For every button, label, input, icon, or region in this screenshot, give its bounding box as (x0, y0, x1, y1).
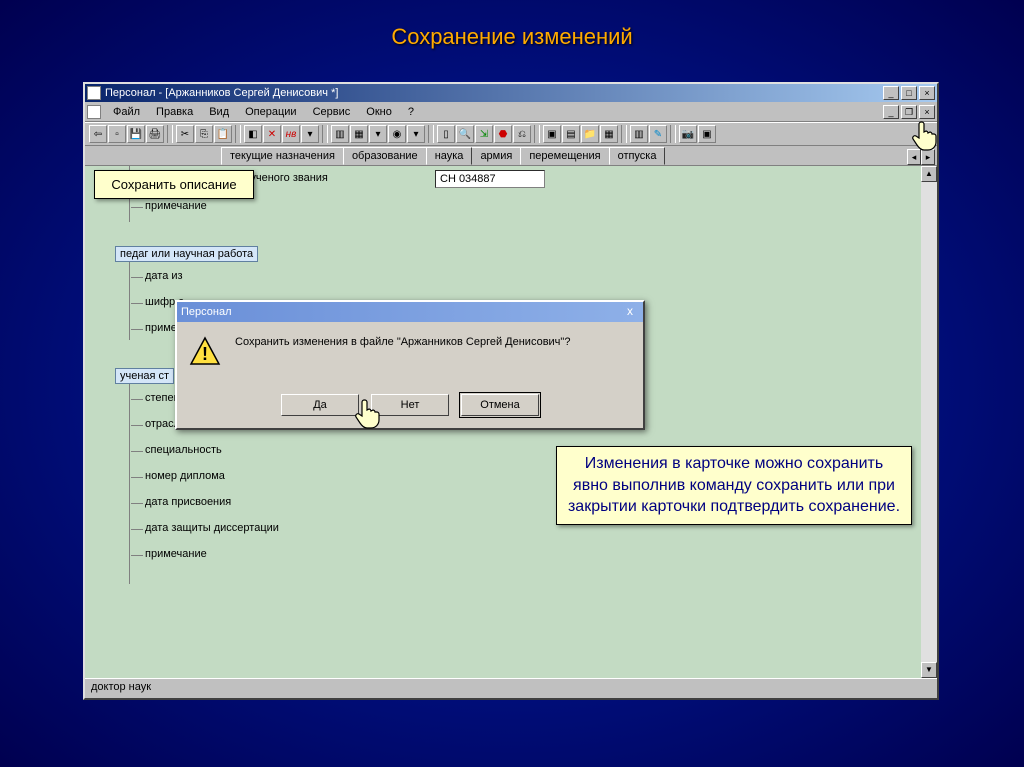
tree-label[interactable]: дата защиты диссертации (145, 522, 279, 534)
mdi-restore[interactable]: ❐ (901, 105, 917, 119)
tool-btn-e[interactable]: ▾ (369, 125, 387, 143)
mdi-close[interactable]: × (919, 105, 935, 119)
menu-operations[interactable]: Операции (237, 104, 304, 120)
statusbar: доктор наук (85, 678, 937, 698)
menu-view[interactable]: Вид (201, 104, 237, 120)
tab-vacations[interactable]: отпуска (609, 147, 666, 165)
scroll-down-button[interactable]: ▼ (921, 662, 937, 678)
menu-file[interactable]: Файл (105, 104, 148, 120)
tool-stop-icon[interactable]: ⬣ (494, 125, 512, 143)
sn-input[interactable] (435, 170, 545, 188)
dialog-titlebar: Персонал x (177, 302, 643, 322)
tabbar: текущие назначения образование наука арм… (85, 146, 937, 166)
dialog-title: Персонал (181, 306, 232, 318)
vertical-scrollbar[interactable]: ▲ ▼ (921, 166, 937, 678)
tool-btn-g[interactable]: ▾ (407, 125, 425, 143)
tool-btn-c[interactable]: ▥ (331, 125, 349, 143)
menu-window[interactable]: Окно (358, 104, 400, 120)
mdi-minimize[interactable]: _ (883, 105, 899, 119)
tab-scroll-right[interactable]: ▸ (921, 149, 935, 165)
tab-assignments[interactable]: текущие назначения (221, 147, 344, 165)
tab-education[interactable]: образование (343, 147, 427, 165)
callout-save: Сохранить описание (94, 170, 254, 199)
button-yes[interactable]: Да (281, 394, 359, 416)
menu-edit[interactable]: Правка (148, 104, 201, 120)
tree-line (129, 262, 130, 340)
dialog-close-button[interactable]: x (621, 304, 639, 320)
tree-label[interactable]: номер диплома (145, 470, 225, 482)
tool-btn-n[interactable]: ▣ (698, 125, 716, 143)
tool-cut-icon[interactable]: ✂ (176, 125, 194, 143)
button-no[interactable]: Нет (371, 394, 449, 416)
tool-paste-icon[interactable]: 📋 (214, 125, 232, 143)
tool-btn-b[interactable]: ▾ (301, 125, 319, 143)
tool-export-icon[interactable]: ⇲ (475, 125, 493, 143)
tool-camera-icon[interactable]: 📷 (679, 125, 697, 143)
window-title: Персонал - [Аржанников Сергей Денисович … (105, 87, 881, 99)
tab-moves[interactable]: перемещения (520, 147, 609, 165)
save-confirm-dialog: Персонал x ! Сохранить изменения в файле… (175, 300, 645, 430)
tab-science[interactable]: наука (426, 147, 473, 165)
tool-no-icon[interactable]: нв (282, 125, 300, 143)
tool-delete-icon[interactable]: ✕ (263, 125, 281, 143)
tool-btn-j[interactable]: ▤ (562, 125, 580, 143)
app-icon (87, 86, 101, 100)
tool-back-icon[interactable]: ⇦ (89, 125, 107, 143)
toolbar: ⇦ ▫ 💾 🖨 ✂ ⎘ 📋 ◧ ✕ нв ▾ ▥ ▦ ▾ ◉ ▾ ▯ 🔍 ⇲ ⬣… (85, 122, 937, 146)
tool-btn-d[interactable]: ▦ (350, 125, 368, 143)
menubar: Файл Правка Вид Операции Сервис Окно ? _… (85, 102, 937, 122)
dialog-message: Сохранить изменения в файле "Аржанников … (235, 336, 570, 348)
tool-new-icon[interactable]: ▫ (108, 125, 126, 143)
slide-title: Сохранение изменений (0, 0, 1024, 50)
menu-help[interactable]: ? (400, 104, 422, 120)
tool-print-icon[interactable]: 🖨 (146, 125, 164, 143)
tree-line (129, 384, 130, 584)
tool-btn-l[interactable]: ▥ (630, 125, 648, 143)
scroll-up-button[interactable]: ▲ (921, 166, 937, 182)
group-scientific-work[interactable]: педаг или научная работа (115, 246, 258, 262)
tool-btn-a[interactable]: ◧ (244, 125, 262, 143)
callout-explanation: Изменения в карточке можно сохранить явн… (556, 446, 912, 525)
tab-scroll-left[interactable]: ◂ (907, 149, 921, 165)
titlebar: Персонал - [Аржанников Сергей Денисович … (85, 84, 937, 102)
tool-save-icon[interactable]: 💾 (127, 125, 145, 143)
tree-label[interactable]: специальность (145, 444, 222, 456)
tree-label-note[interactable]: примечание (145, 200, 207, 212)
button-cancel[interactable]: Отмена (461, 394, 539, 416)
tool-btn-h[interactable]: ⎌ (513, 125, 531, 143)
tool-btn-f[interactable]: ◉ (388, 125, 406, 143)
maximize-button[interactable]: □ (901, 86, 917, 100)
tool-btn-k[interactable]: ▦ (600, 125, 618, 143)
tool-copy-icon[interactable]: ⎘ (195, 125, 213, 143)
menu-service[interactable]: Сервис (305, 104, 359, 120)
tool-doc-icon[interactable]: ▯ (437, 125, 455, 143)
tree-label[interactable]: дата присвоения (145, 496, 231, 508)
close-button[interactable]: × (919, 86, 935, 100)
tool-folder-icon[interactable]: 📁 (581, 125, 599, 143)
tool-btn-m[interactable]: ✎ (649, 125, 667, 143)
warning-icon: ! (189, 336, 221, 368)
tree-label[interactable]: дата из (145, 270, 183, 282)
tree-label[interactable]: примечание (145, 548, 207, 560)
group-academic-degree[interactable]: ученая ст (115, 368, 174, 384)
control-menu-icon[interactable] (87, 105, 101, 119)
minimize-button[interactable]: _ (883, 86, 899, 100)
tool-btn-i[interactable]: ▣ (543, 125, 561, 143)
svg-text:!: ! (202, 344, 208, 364)
tab-army[interactable]: армия (471, 147, 521, 165)
tool-preview-icon[interactable]: 🔍 (456, 125, 474, 143)
